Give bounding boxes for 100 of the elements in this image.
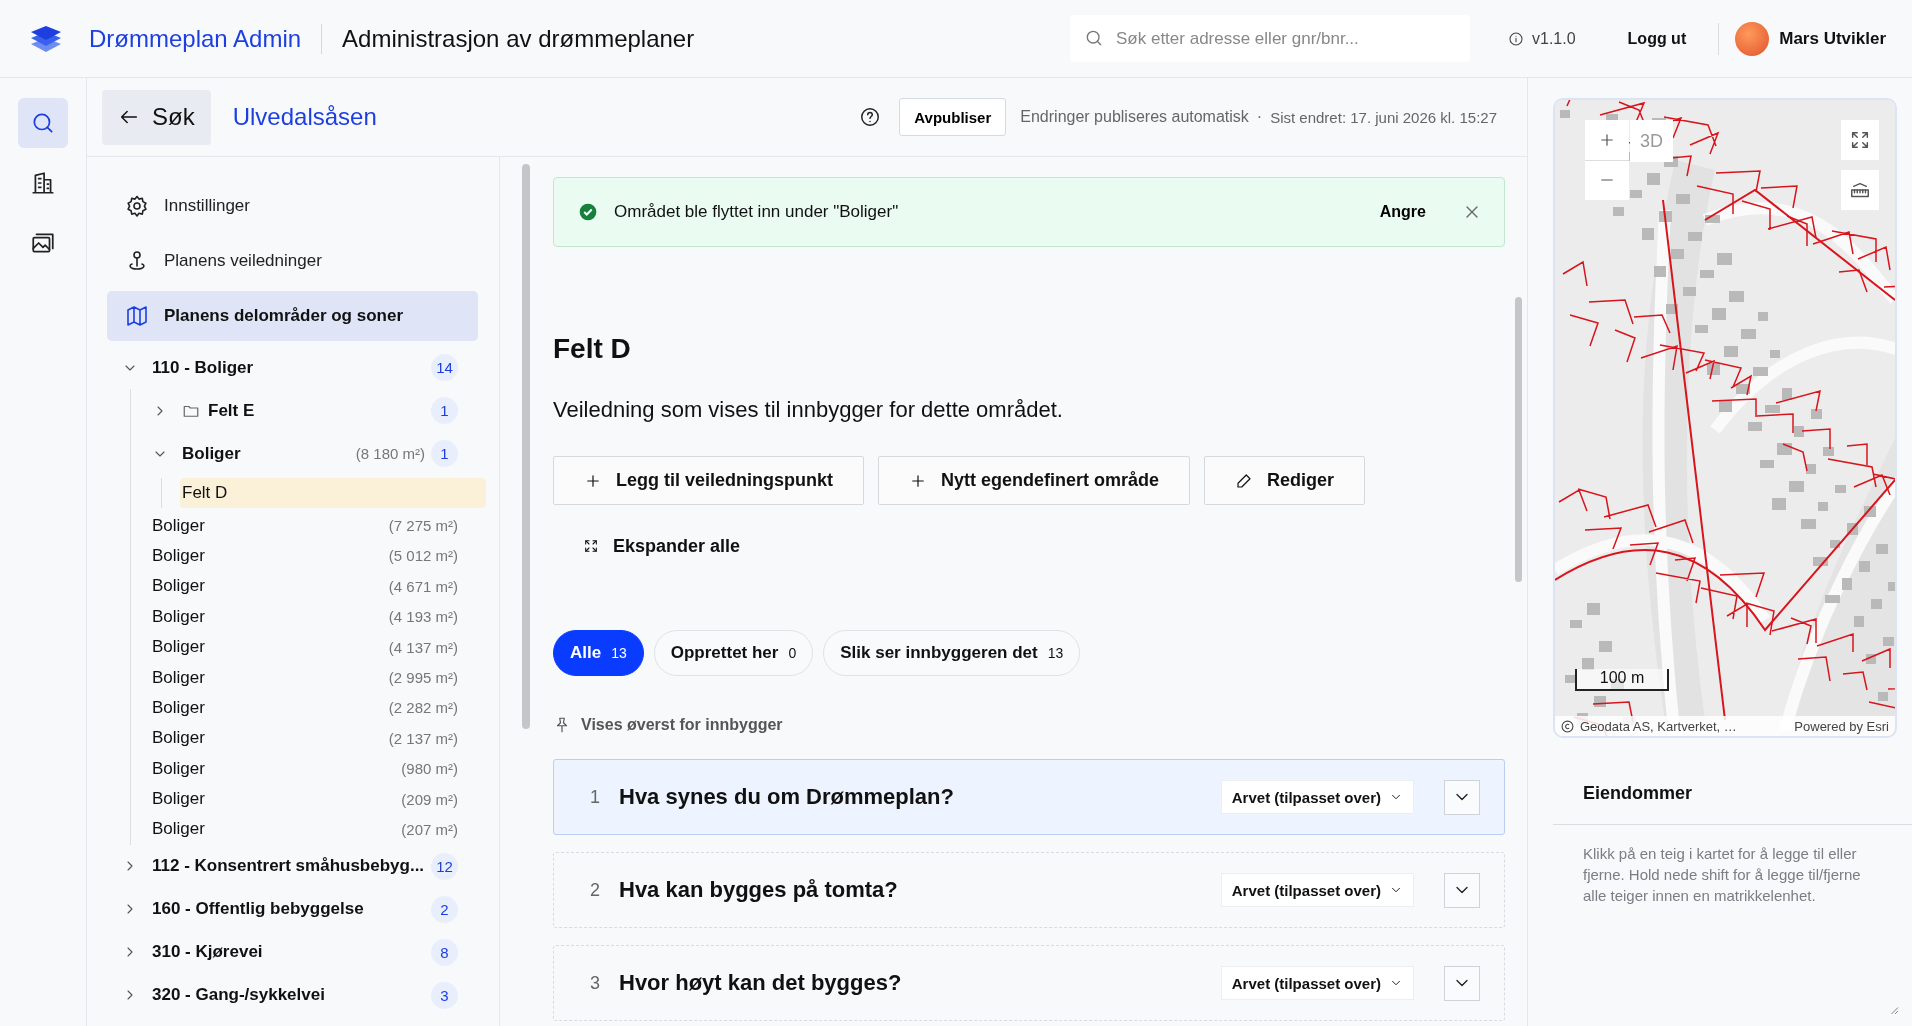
area-description: Veiledning som vises til innbygger for dette området. (553, 397, 1064, 423)
last-changed: Sist endret: 17. juni 2026 kl. 15:27 (1270, 108, 1497, 126)
question-number: 3 (590, 972, 601, 994)
tree-row[interactable]: 112 - Konsentrert småhusbebyg... 12 (122, 844, 478, 888)
area-size: (2 995 m²) (388, 669, 458, 687)
tree-row[interactable]: Boliger (2 995 m²) (152, 662, 478, 693)
question-title: Hva kan bygges på tomta? (619, 877, 899, 903)
tree-row[interactable]: Boliger (4 193 m²) (152, 601, 478, 632)
tree-label: Boliger (152, 515, 206, 536)
area-size: (5 012 m²) (388, 547, 458, 565)
powered-by: Powered by Esri (1794, 718, 1889, 734)
separator-dot: · (1256, 108, 1263, 126)
area-size: (207 m²) (401, 821, 458, 838)
tree-row[interactable]: Boliger (8 180 m²) 1 (152, 432, 478, 475)
building-icon[interactable] (30, 170, 56, 196)
tree-row[interactable]: 310 - Kjørevei 8 (122, 930, 478, 974)
version-label: v1.1.0 (1532, 29, 1576, 48)
filter-chip[interactable]: Slik ser innbyggeren det 13 (823, 630, 1081, 676)
info-icon (1508, 30, 1524, 47)
count-badge: 14 (431, 354, 458, 381)
tree-row[interactable]: Boliger (7 275 m²) (152, 510, 478, 541)
question-card[interactable]: 1 Hva synes du om Drømmeplan? Arvet (tilpasset over) (553, 759, 1505, 835)
tree-label: Boliger (152, 545, 206, 566)
tree-label: Boliger (152, 697, 206, 718)
pencil-icon[interactable] (1235, 471, 1254, 490)
tree-row[interactable]: 110 - Boliger 14 (122, 346, 478, 389)
tree-row[interactable]: Felt E 1 (152, 389, 478, 432)
search-field[interactable]: Søk etter adresse eller gnr/bnr... (1070, 15, 1470, 62)
tree-row[interactable]: Boliger (4 137 m²) (152, 631, 478, 663)
tree-row[interactable]: Boliger (5 012 m²) (152, 540, 478, 572)
toast-message: Området ble flyttet inn under "Boliger" (614, 202, 900, 222)
area-size: (4 671 m²) (388, 577, 458, 595)
tree-label: Boliger (152, 789, 206, 810)
tree-row[interactable]: 160 - Offentlig bebyggelse 2 (122, 887, 478, 931)
images-icon[interactable] (30, 230, 56, 256)
question-title: Hva synes du om Drømmeplan? (619, 784, 955, 810)
status-dropdown[interactable]: Arvet (tilpasset over) (1220, 966, 1414, 1000)
user-avatar[interactable] (1735, 21, 1770, 56)
logout-button[interactable]: Logg ut (1621, 28, 1693, 49)
page-title: Administrasjon av drømmeplaner (342, 24, 695, 53)
tree-label: Felt E (208, 400, 256, 421)
unpublish-button[interactable]: Avpubliser (899, 98, 1007, 136)
tree-label: Boliger (152, 667, 206, 688)
settings-nav-item[interactable]: Innstillinger (107, 181, 478, 231)
filter-chip[interactable]: Alle 13 (553, 630, 644, 676)
expand-toggle[interactable] (1444, 965, 1480, 1001)
app-name[interactable]: Drømmeplan Admin (89, 24, 302, 53)
fullscreen-button[interactable] (1841, 120, 1879, 160)
back-button[interactable]: Søk (102, 89, 211, 145)
add-button[interactable]: Nytt egendefinert område (878, 456, 1191, 505)
question-card[interactable]: 2 Hva kan bygges på tomta? Arvet (tilpasset over) (553, 852, 1505, 928)
add-button[interactable]: Legg til veiledningspunkt (553, 456, 864, 505)
tree-row[interactable]: Boliger (207 m²) (152, 814, 478, 845)
person-pin-nav-item[interactable]: Planens veiledninger (107, 236, 478, 286)
tree-row[interactable]: Boliger (980 m²) (152, 753, 478, 784)
status-dropdown[interactable]: Arvet (tilpasset over) (1220, 780, 1414, 814)
count-badge: 1 (431, 440, 458, 467)
area-size: (8 180 m²) (355, 445, 425, 462)
expand-toggle[interactable] (1444, 779, 1480, 815)
status-dropdown[interactable]: Arvet (tilpasset over) (1220, 873, 1414, 907)
area-title: Felt D (553, 332, 632, 366)
properties-title: Eiendommer (1583, 783, 1694, 804)
expand-icon[interactable] (583, 538, 599, 554)
scale-bar: 100 m (1575, 669, 1669, 691)
map-icon[interactable] (125, 304, 149, 328)
area-size: (7 275 m²) (388, 517, 458, 535)
tree-row[interactable]: Boliger (209 m²) (152, 783, 478, 815)
map-attribution: Geodata AS, Kartverket, … (1580, 718, 1738, 734)
tree-row[interactable]: Boliger (2 137 m²) (152, 723, 478, 754)
help-icon[interactable] (859, 106, 882, 128)
count-badge: 12 (431, 852, 458, 880)
question-card[interactable]: 3 Hvor høyt kan det bygges? Arvet (tilpasset over) (553, 945, 1505, 1021)
expand-all-button[interactable]: Ekspander alle (583, 528, 741, 564)
settings-icon[interactable] (125, 194, 149, 218)
question-number: 1 (590, 786, 601, 808)
expand-toggle[interactable] (1444, 872, 1480, 908)
filter-chip[interactable]: Opprettet her 0 (653, 630, 814, 676)
search-icon-button[interactable] (18, 98, 68, 148)
user-name[interactable]: Mars Utvikler (1779, 28, 1886, 49)
area-size: (2 137 m²) (388, 729, 458, 747)
edit-button[interactable]: Rediger (1204, 456, 1366, 505)
fullscreen-icon[interactable] (1849, 129, 1871, 151)
tree-row[interactable]: Boliger (4 671 m²) (152, 571, 478, 602)
count-badge: 1 (431, 397, 458, 424)
tree-label: 110 - Boliger (152, 357, 255, 378)
area-size: (4 193 m²) (388, 608, 458, 626)
tree-row[interactable]: 320 - Gang-/sykkelvei 3 (122, 973, 478, 1017)
tree-item[interactable]: Felt D (180, 478, 486, 509)
map-view[interactable]: 3D 100 m Geodata AS, Kartverket, … Powered by Esri (1553, 98, 1897, 738)
count-badge: 2 (431, 895, 458, 923)
logo-icon (30, 23, 62, 54)
area-size: (980 m²) (401, 760, 458, 778)
tree-label: Boliger (152, 576, 206, 597)
tree-label: Boliger (152, 637, 206, 658)
count-badge: 8 (431, 938, 458, 966)
pinned-label: Vises øverst for innbygger (581, 716, 783, 734)
measure-button[interactable] (1841, 170, 1879, 210)
undo-button[interactable]: Angre (1373, 202, 1432, 222)
map-nav-item[interactable]: Planens delområder og soner (107, 291, 478, 341)
tree-row[interactable]: Boliger (2 282 m²) (152, 692, 478, 724)
